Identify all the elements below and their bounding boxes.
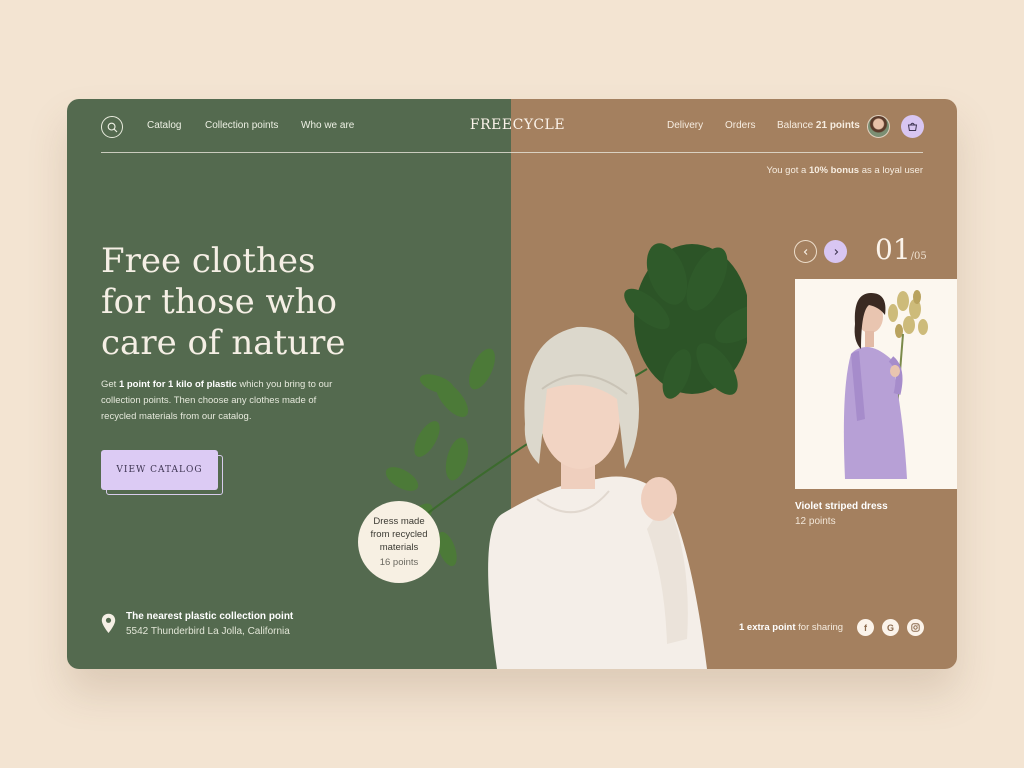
search-icon	[107, 122, 117, 132]
chevron-right-icon	[834, 248, 838, 255]
product-name[interactable]: Violet striped dress	[795, 501, 888, 512]
slide-counter: 01/05	[875, 233, 927, 266]
share-bonus: 1 extra point for sharing	[739, 622, 843, 633]
facebook-icon: f	[864, 622, 867, 633]
balance: Balance 21 points	[777, 120, 860, 131]
basket-icon	[907, 122, 918, 131]
slide-current: 01	[875, 233, 911, 266]
bubble-points: 16 points	[379, 557, 419, 568]
balance-value: 21 points	[815, 120, 860, 131]
next-slide-button[interactable]	[824, 240, 847, 263]
share-rest: for sharing	[798, 622, 844, 633]
logo[interactable]: FREECYCLE	[469, 117, 566, 133]
instagram-share-button[interactable]	[907, 619, 924, 636]
prev-slide-button[interactable]	[794, 240, 817, 263]
recycled-dress-bubble: Dress made from recycled materials 16 po…	[358, 501, 440, 583]
nav-orders[interactable]: Orders	[725, 120, 756, 131]
bonus-suffix: as a loyal user	[861, 165, 923, 176]
balance-label: Balance	[777, 120, 814, 131]
desc-highlight: 1 point for 1 kilo of plastic	[118, 379, 237, 390]
chevron-left-icon	[803, 248, 807, 255]
google-icon: G	[886, 622, 894, 633]
desc-prefix: Get	[101, 379, 117, 390]
hero-card: Catalog Collection points Who we are FRE…	[67, 99, 957, 669]
cart-button[interactable]	[901, 115, 924, 138]
share-highlight: 1 extra point	[739, 622, 796, 633]
location-title: The nearest plastic collection point	[126, 611, 294, 622]
hero-description: Get 1 point for 1 kilo of plastic which …	[101, 377, 351, 425]
location-pin-icon	[101, 613, 116, 633]
nav-delivery[interactable]: Delivery	[667, 120, 703, 131]
google-share-button[interactable]: G	[882, 619, 899, 636]
slide-total: /05	[910, 251, 927, 262]
loyalty-bonus: You got a 10% bonus as a loyal user	[766, 165, 923, 176]
product-photo	[843, 290, 928, 479]
bubble-text: Dress made from recycled materials	[370, 516, 428, 553]
avatar[interactable]	[867, 115, 890, 138]
hero-photo	[385, 243, 747, 669]
nav-who-we-are[interactable]: Who we are	[301, 120, 354, 131]
nav-catalog[interactable]: Catalog	[147, 120, 181, 131]
search-button[interactable]	[101, 116, 123, 138]
bonus-prefix: You got a	[766, 165, 807, 176]
product-card[interactable]	[795, 279, 957, 489]
instagram-icon	[911, 623, 920, 632]
view-catalog-button[interactable]: VIEW CATALOG	[101, 450, 218, 490]
nav-collection-points[interactable]: Collection points	[205, 120, 278, 131]
nav-divider	[101, 152, 923, 153]
bonus-highlight: 10% bonus	[808, 165, 860, 176]
facebook-share-button[interactable]: f	[857, 619, 874, 636]
location-address: 5542 Thunderbird La Jolla, California	[126, 626, 290, 637]
product-points: 12 points	[795, 516, 836, 527]
